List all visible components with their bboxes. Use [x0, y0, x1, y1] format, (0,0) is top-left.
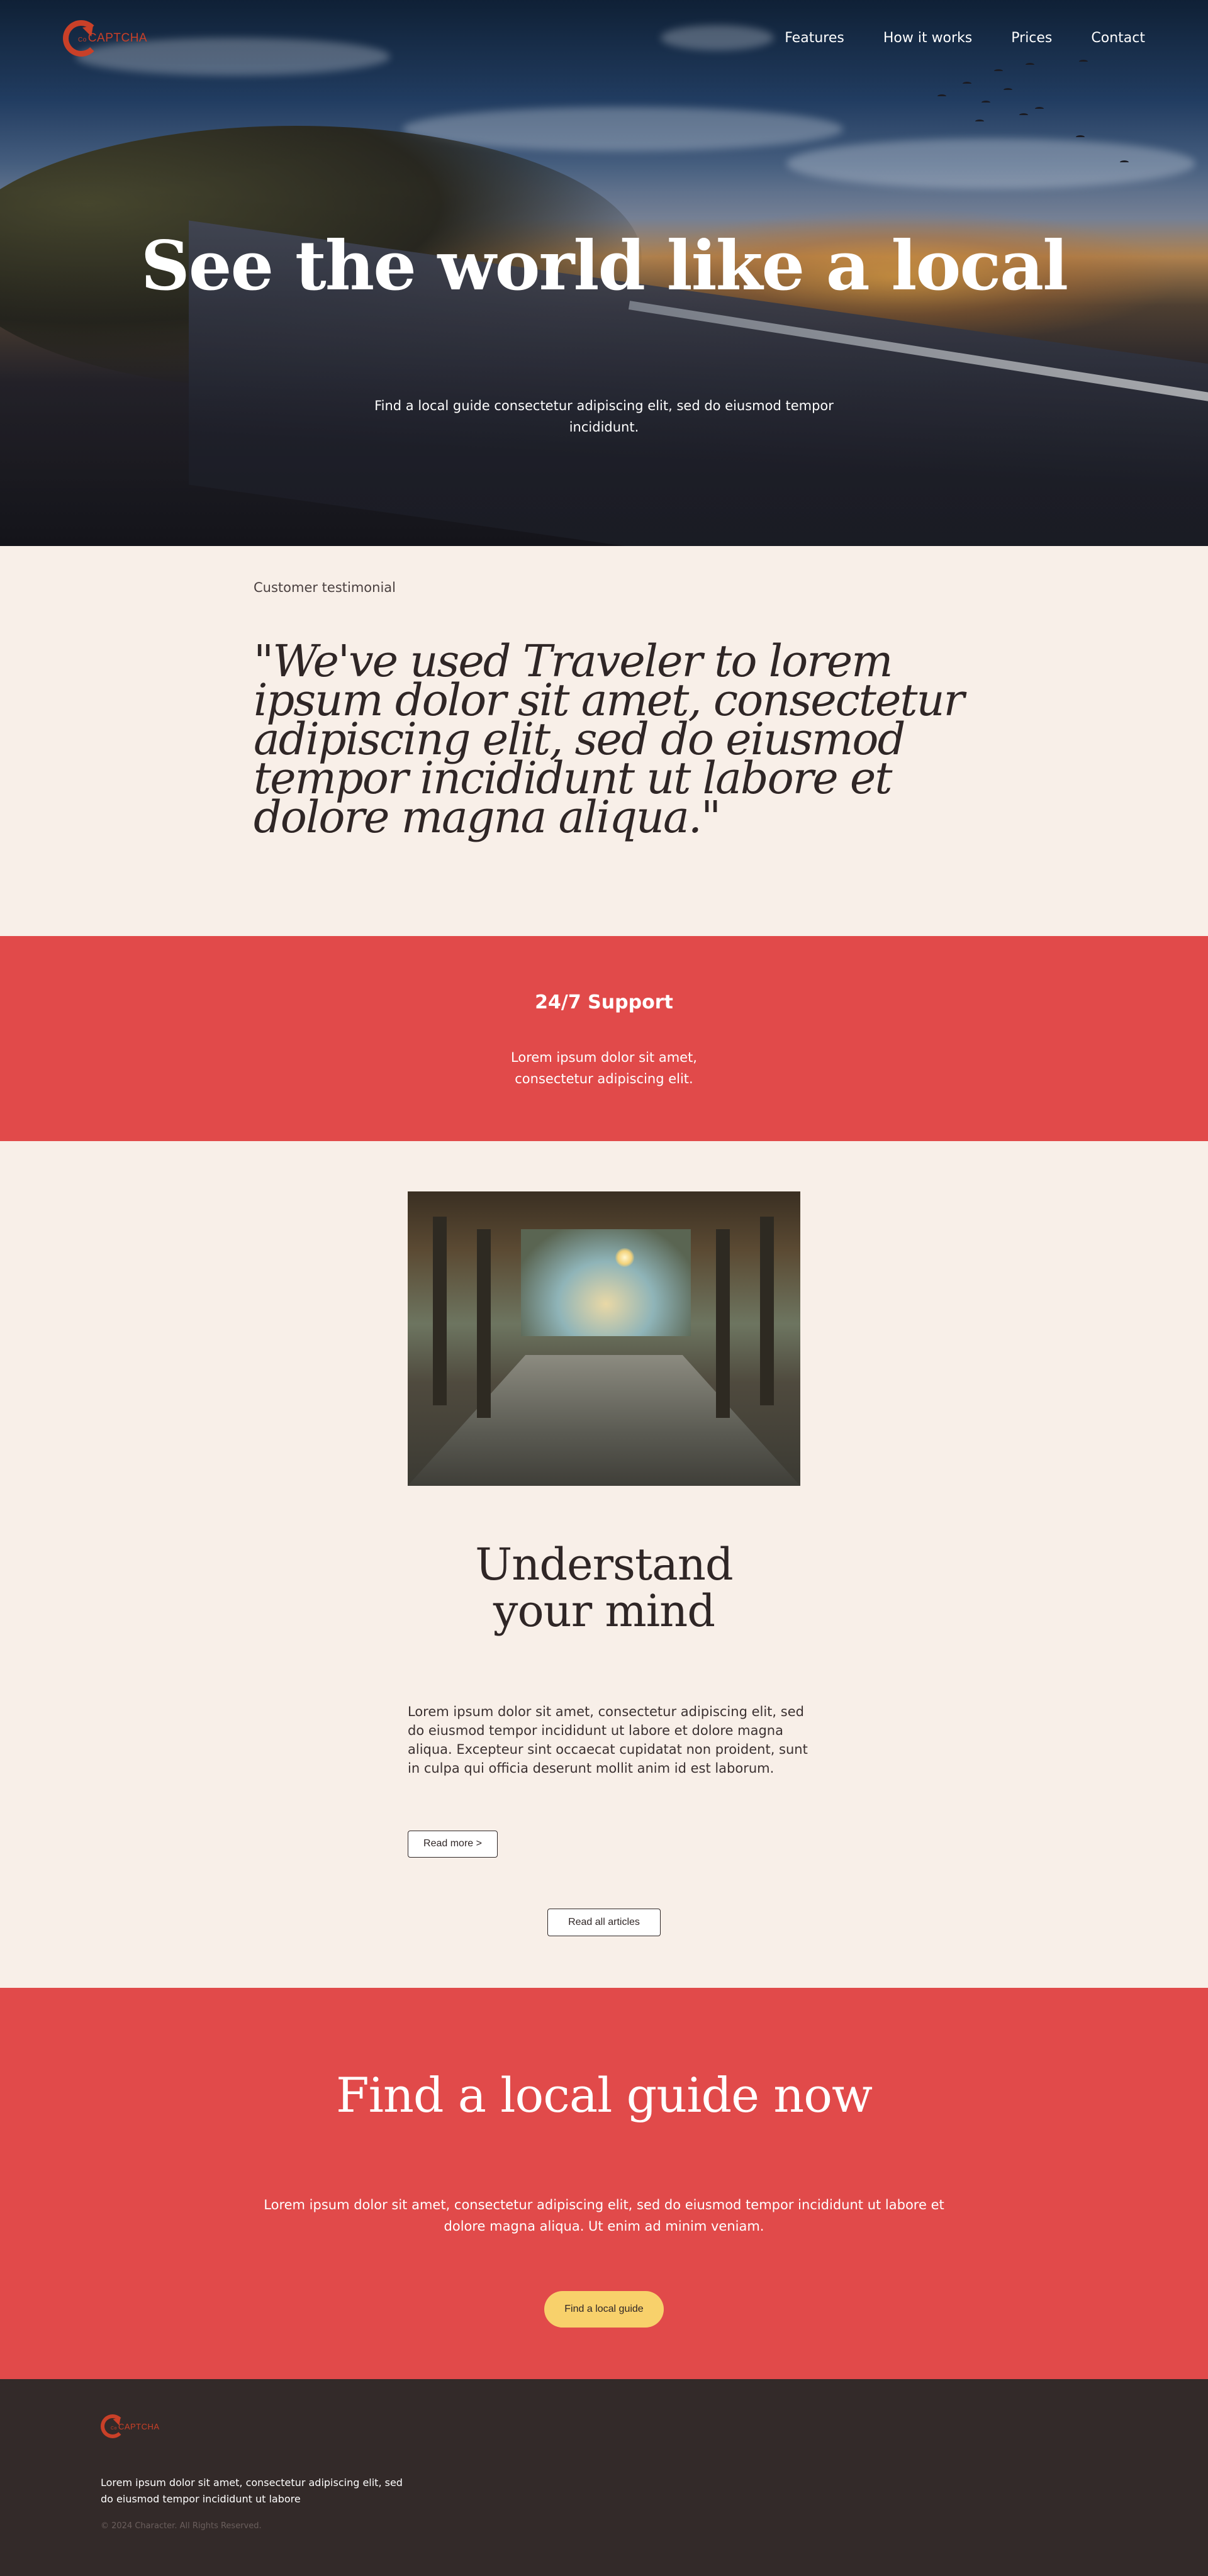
cta-text: Lorem ipsum dolor sit amet, consectetur …: [264, 2197, 944, 2234]
article-image-pillar: [477, 1229, 491, 1418]
bird-icon: [963, 82, 971, 86]
support-section: 24/7 Support Lorem ipsum dolor sit amet,…: [0, 936, 1208, 1141]
bird-icon: [1076, 135, 1085, 139]
article-image-pillar: [716, 1229, 730, 1418]
article-image-pillar: [760, 1217, 774, 1405]
article-image-hall: [521, 1229, 691, 1336]
circular-arrow-logo-icon: [101, 2414, 125, 2438]
footer-copyright: © 2024 Character. All Rights Reserved.: [101, 2521, 262, 2531]
article-title: Understand your mind: [475, 1539, 733, 1637]
nav-link-contact[interactable]: Contact: [1091, 30, 1145, 46]
hero-subtitle: Find a local guide consectetur adipiscin…: [374, 398, 834, 435]
article-section: Understand your mind Lorem ipsum dolor s…: [0, 1141, 1208, 1988]
bird-icon: [937, 94, 946, 98]
article-image-floor: [408, 1355, 800, 1486]
nav-link-features[interactable]: Features: [785, 30, 844, 46]
circular-arrow-logo-icon: [63, 20, 99, 57]
top-navigation: Co CAPTCHA Features How it works Prices C…: [0, 0, 1208, 82]
read-more-button[interactable]: Read more >: [408, 1831, 498, 1858]
article-image-lamp: [615, 1248, 634, 1267]
nav-links: Features How it works Prices Contact: [746, 30, 1145, 46]
article-image: [408, 1191, 800, 1486]
support-title: 24/7 Support: [535, 991, 673, 1013]
article-image-pillar: [433, 1217, 447, 1405]
hero-section: Co CAPTCHA Features How it works Prices C…: [0, 0, 1208, 546]
testimonial-label: Customer testimonial: [254, 580, 396, 595]
footer-text: Lorem ipsum dolor sit amet, consectetur …: [101, 2477, 403, 2505]
read-all-articles-button[interactable]: Read all articles: [547, 1909, 661, 1936]
bird-icon: [982, 101, 990, 104]
bird-icon: [1004, 88, 1012, 92]
testimonial-quote: "We've used Traveler to lorem ipsum dolo…: [254, 635, 965, 843]
bird-icon: [1035, 107, 1044, 111]
testimonial-section: Customer testimonial "We've used Travele…: [0, 546, 1208, 936]
footer-logo[interactable]: Co CAPTCHA: [101, 2414, 160, 2438]
footer: Co CAPTCHA Lorem ipsum dolor sit amet, co…: [0, 2379, 1208, 2576]
nav-link-how-it-works[interactable]: How it works: [883, 30, 972, 46]
cta-section: Find a local guide now Lorem ipsum dolor…: [0, 1988, 1208, 2379]
article-body: Lorem ipsum dolor sit amet, consectetur …: [408, 1704, 808, 1776]
brand-logo[interactable]: Co CAPTCHA: [63, 20, 147, 57]
cta-title: Find a local guide now: [335, 2067, 873, 2123]
bird-icon: [975, 120, 984, 123]
find-local-guide-button[interactable]: Find a local guide: [544, 2291, 664, 2328]
bird-icon: [1019, 113, 1028, 117]
bird-icon: [1120, 160, 1129, 164]
nav-link-prices[interactable]: Prices: [1011, 30, 1052, 46]
hero-title: See the world like a local: [140, 226, 1068, 306]
support-text: Lorem ipsum dolor sit amet, consectetur …: [511, 1050, 697, 1086]
